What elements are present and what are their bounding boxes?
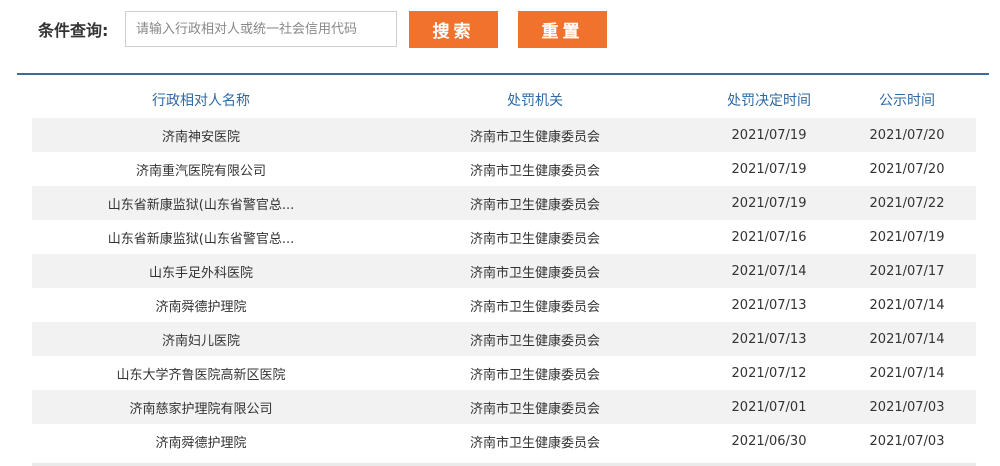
cell-publish-date: 2021/07/03 [869, 433, 945, 449]
table-row[interactable]: 山东大学齐鲁医院高新区医院 济南市卫生健康委员会 2021/07/12 2021… [32, 356, 976, 390]
cell-publish-date: 2021/07/14 [869, 297, 945, 313]
table-row[interactable]: 济南神安医院 济南市卫生健康委员会 2021/07/19 2021/07/20 [32, 118, 976, 152]
header-divider [17, 73, 989, 75]
cell-party-name[interactable]: 济南舜德护理院 [32, 432, 370, 451]
cell-decision-date: 2021/07/13 [731, 331, 807, 347]
cell-publish-date: 2021/07/22 [869, 195, 945, 211]
cell-authority: 济南市卫生健康委员会 [469, 299, 600, 315]
cell-authority: 济南市卫生健康委员会 [469, 265, 600, 281]
cell-publish-date: 2021/07/19 [869, 229, 945, 245]
table-row[interactable]: 济南妇儿医院 济南市卫生健康委员会 2021/07/13 2021/07/14 [32, 322, 976, 356]
results-table: 行政相对人名称 处罚机关 处罚决定时间 公示时间 济南神安医院 济南市卫生健康委… [32, 82, 976, 458]
cell-party-name[interactable]: 济南舜德护理院 [32, 296, 370, 315]
cell-publish-date: 2021/07/03 [869, 399, 945, 415]
cell-authority: 济南市卫生健康委员会 [469, 231, 600, 247]
cell-publish-date: 2021/07/20 [869, 161, 945, 177]
cell-party-name[interactable]: 山东手足外科医院 [32, 262, 370, 281]
search-bar: 条件查询: 搜索 重置 [0, 0, 1000, 60]
cell-decision-date: 2021/07/19 [731, 195, 807, 211]
cell-decision-date: 2021/07/14 [731, 263, 807, 279]
cell-publish-date: 2021/07/17 [869, 263, 945, 279]
reset-button[interactable]: 重置 [518, 11, 607, 48]
cell-publish-date: 2021/07/14 [869, 331, 945, 347]
cell-party-name[interactable]: 山东省新康监狱(山东省警官总... [32, 228, 370, 247]
table-row[interactable]: 济南舜德护理院 济南市卫生健康委员会 2021/07/13 2021/07/14 [32, 288, 976, 322]
cell-authority: 济南市卫生健康委员会 [469, 401, 600, 417]
cell-decision-date: 2021/06/30 [731, 433, 807, 449]
cell-decision-date: 2021/07/12 [731, 365, 807, 381]
cell-authority: 济南市卫生健康委员会 [469, 129, 600, 145]
table-row[interactable]: 山东省新康监狱(山东省警官总... 济南市卫生健康委员会 2021/07/19 … [32, 186, 976, 220]
table-row[interactable]: 山东省新康监狱(山东省警官总... 济南市卫生健康委员会 2021/07/16 … [32, 220, 976, 254]
table-row[interactable]: 济南舜德护理院 济南市卫生健康委员会 2021/06/30 2021/07/03 [32, 424, 976, 458]
cell-party-name[interactable]: 济南慈家护理院有限公司 [32, 398, 370, 417]
table-row[interactable]: 济南重汽医院有限公司 济南市卫生健康委员会 2021/07/19 2021/07… [32, 152, 976, 186]
cell-authority: 济南市卫生健康委员会 [469, 197, 600, 213]
cell-party-name[interactable]: 济南重汽医院有限公司 [32, 160, 370, 179]
cell-authority: 济南市卫生健康委员会 [469, 367, 600, 383]
search-input[interactable] [125, 11, 397, 47]
cell-party-name[interactable]: 济南神安医院 [32, 126, 370, 145]
column-header-publish-date[interactable]: 公示时间 [838, 90, 976, 110]
cell-party-name[interactable]: 山东大学齐鲁医院高新区医院 [32, 364, 370, 383]
cell-authority: 济南市卫生健康委员会 [469, 333, 600, 349]
table-row[interactable]: 山东手足外科医院 济南市卫生健康委员会 2021/07/14 2021/07/1… [32, 254, 976, 288]
cell-authority: 济南市卫生健康委员会 [469, 435, 600, 451]
table-header: 行政相对人名称 处罚机关 处罚决定时间 公示时间 [32, 82, 976, 118]
cell-publish-date: 2021/07/14 [869, 365, 945, 381]
search-button[interactable]: 搜索 [409, 11, 498, 48]
cell-authority: 济南市卫生健康委员会 [469, 163, 600, 179]
cell-publish-date: 2021/07/20 [869, 127, 945, 143]
column-header-decision-date[interactable]: 处罚决定时间 [700, 90, 838, 110]
cell-party-name[interactable]: 济南妇儿医院 [32, 330, 370, 349]
column-header-party-name[interactable]: 行政相对人名称 [32, 90, 370, 110]
cell-decision-date: 2021/07/16 [731, 229, 807, 245]
search-label: 条件查询: [38, 21, 109, 40]
cell-decision-date: 2021/07/01 [731, 399, 807, 415]
cell-decision-date: 2021/07/13 [731, 297, 807, 313]
column-header-authority[interactable]: 处罚机关 [370, 90, 700, 110]
cell-decision-date: 2021/07/19 [731, 127, 807, 143]
cell-decision-date: 2021/07/19 [731, 161, 807, 177]
table-row[interactable]: 济南慈家护理院有限公司 济南市卫生健康委员会 2021/07/01 2021/0… [32, 390, 976, 424]
cell-party-name[interactable]: 山东省新康监狱(山东省警官总... [32, 194, 370, 213]
